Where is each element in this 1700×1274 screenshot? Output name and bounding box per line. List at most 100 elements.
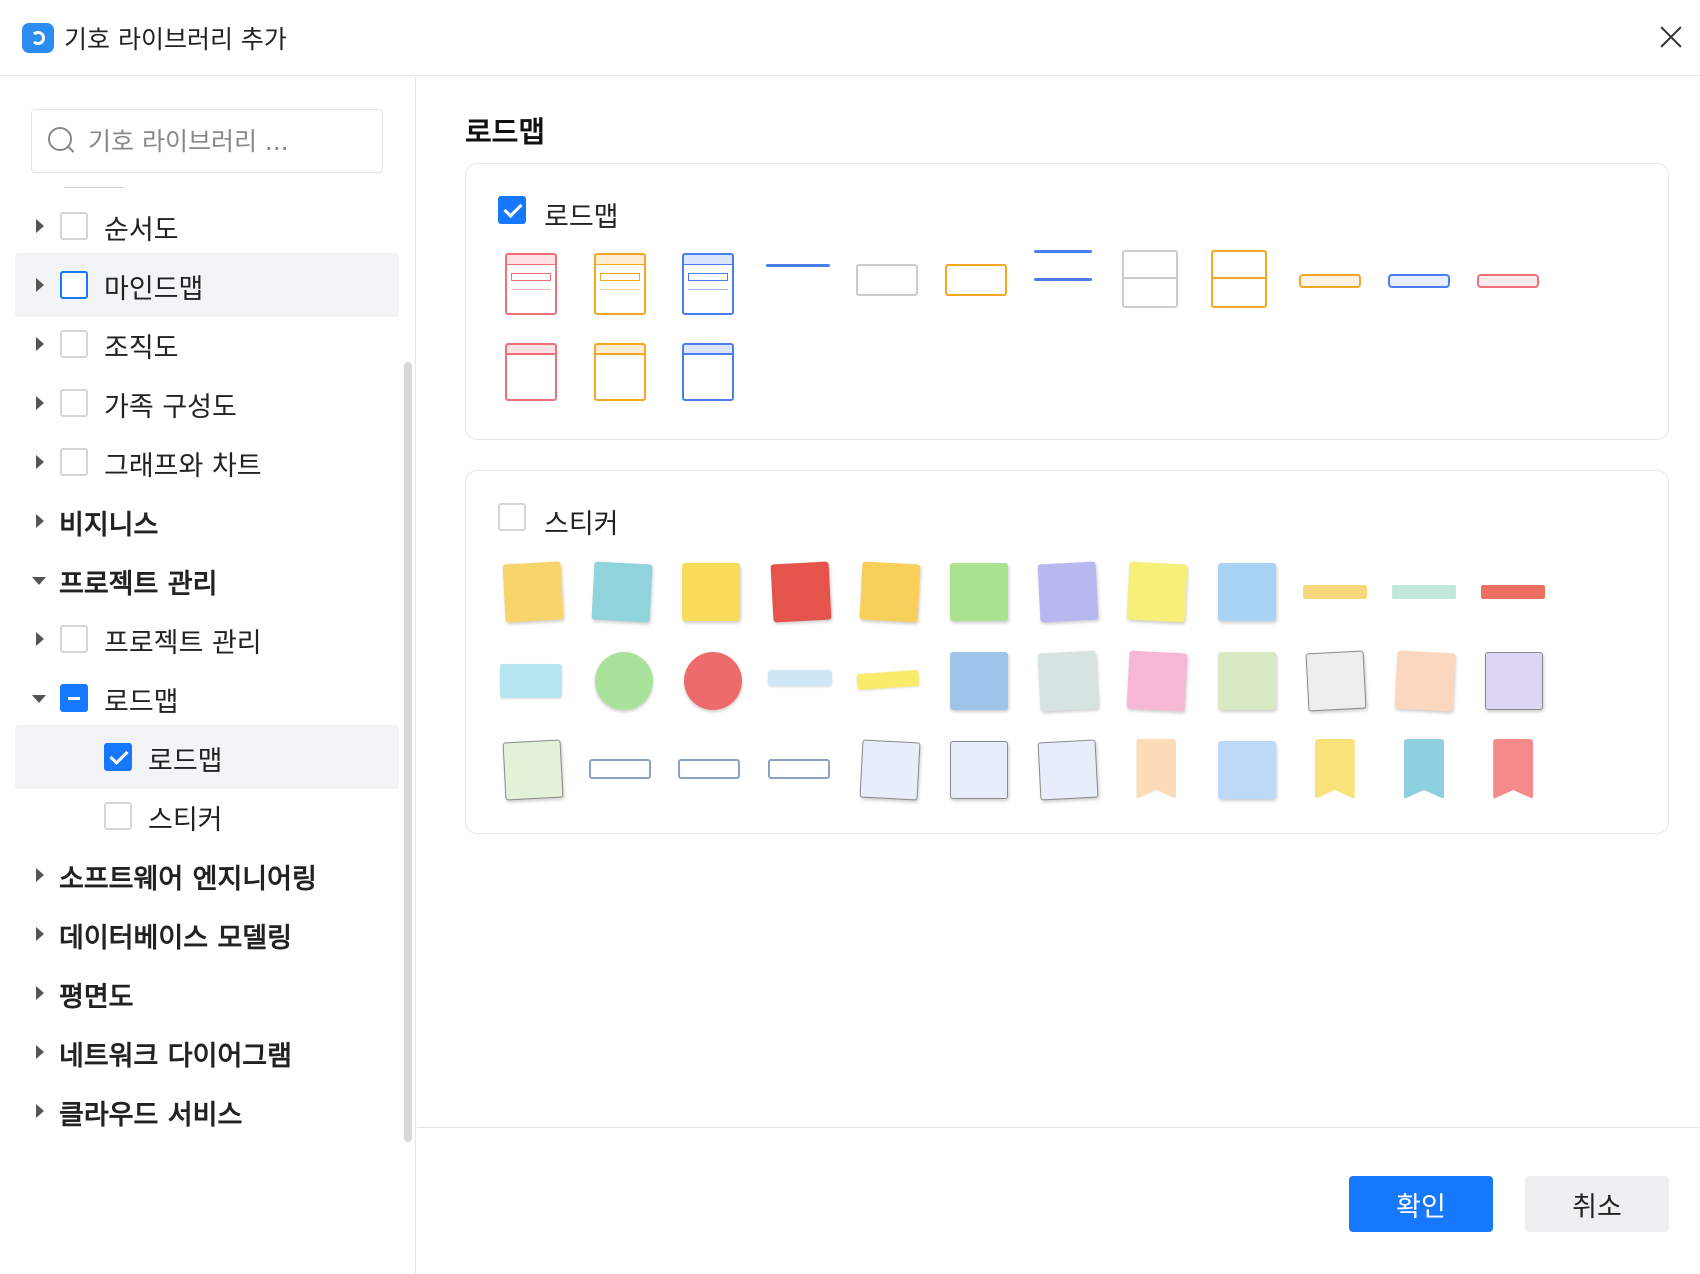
symbol-circle-red[interactable] xyxy=(676,646,748,718)
caret-right-icon[interactable] xyxy=(36,927,44,941)
symbol-tag-mint[interactable] xyxy=(1390,557,1462,629)
symbol-ribbon-flag[interactable] xyxy=(766,735,838,807)
symbol-note-green-clip[interactable] xyxy=(944,557,1016,629)
symbol-circle-green[interactable] xyxy=(587,646,659,718)
symbol-paper-blue[interactable] xyxy=(855,735,927,807)
sticker-checkbox[interactable] xyxy=(498,503,526,531)
caret-right-icon[interactable] xyxy=(36,219,44,233)
symbol-tag-red[interactable] xyxy=(1475,250,1547,322)
symbol-tag-peach[interactable] xyxy=(1122,735,1194,807)
cancel-button[interactable]: 취소 xyxy=(1525,1176,1669,1232)
symbol-note-orange-curl[interactable] xyxy=(855,557,927,629)
tree-item[interactable]: 프로젝트 관리 xyxy=(15,607,399,671)
caret-right-icon[interactable] xyxy=(36,632,44,646)
symbol-note-notebook[interactable] xyxy=(1301,646,1373,718)
caret-right-icon[interactable] xyxy=(36,337,44,351)
symbol-swimlane-red[interactable] xyxy=(500,339,572,411)
tree-item-checkbox[interactable] xyxy=(60,389,88,417)
tree-item[interactable]: 비지니스 xyxy=(15,489,399,553)
symbol-tag-yellow[interactable] xyxy=(1301,557,1373,629)
tree-item[interactable]: 로드맵 xyxy=(15,666,399,730)
confirm-button[interactable]: 확인 xyxy=(1349,1176,1493,1232)
symbol-note-yellow[interactable] xyxy=(498,557,570,629)
symbol-note-teal[interactable] xyxy=(587,557,659,629)
tree-item[interactable]: 조직도 xyxy=(15,312,399,376)
symbol-double-line-blue[interactable] xyxy=(1032,250,1104,322)
tree-item-checkbox[interactable] xyxy=(60,212,88,240)
symbol-note-green-frame[interactable] xyxy=(498,735,570,807)
tree-item[interactable]: 소프트웨어 엔지니어링 xyxy=(15,843,399,907)
symbol-banner-left[interactable] xyxy=(676,735,748,807)
tree-item[interactable]: 클라우드 서비스 xyxy=(15,1079,399,1143)
symbol-paper-torn[interactable] xyxy=(944,735,1016,807)
tree-item[interactable]: 프로젝트 관리 xyxy=(15,548,399,612)
tree-item[interactable]: 평면도 xyxy=(15,961,399,1025)
symbol-split-box-orange[interactable] xyxy=(1209,250,1281,322)
symbol-split-box-gray[interactable] xyxy=(1120,250,1192,322)
symbol-note-blue-fold[interactable] xyxy=(1212,735,1284,807)
symbol-swimlane-orange[interactable] xyxy=(589,339,661,411)
caret-right-icon[interactable] xyxy=(36,1104,44,1118)
symbol-note-yellow-pushpin[interactable] xyxy=(1122,557,1194,629)
caret-right-icon[interactable] xyxy=(36,1045,44,1059)
sidebar-scrollbar[interactable] xyxy=(404,362,412,1142)
symbol-note-gray-tape[interactable] xyxy=(1033,646,1105,718)
caret-down-icon[interactable] xyxy=(32,577,46,585)
caret-right-icon[interactable] xyxy=(36,396,44,410)
tree-item-label: 평면도 xyxy=(59,982,134,1013)
tree-item-checkbox[interactable] xyxy=(60,448,88,476)
tree-item-checkbox[interactable] xyxy=(104,743,132,771)
tree-item-label: 네트워크 다이어그램 xyxy=(59,1041,292,1072)
symbol-note-pink-pin[interactable] xyxy=(1122,646,1194,718)
tree-item-checkbox[interactable] xyxy=(60,625,88,653)
symbol-line-blue[interactable] xyxy=(765,250,838,322)
symbol-tag-orange[interactable] xyxy=(1297,250,1369,322)
caret-down-icon[interactable] xyxy=(32,695,46,703)
close-icon[interactable] xyxy=(1656,22,1686,52)
symbol-note-yellow-pin[interactable] xyxy=(676,557,748,629)
tree-item-checkbox[interactable] xyxy=(60,271,88,299)
symbol-box-gray[interactable] xyxy=(854,250,926,322)
caret-right-icon[interactable] xyxy=(36,455,44,469)
symbol-note-red[interactable] xyxy=(766,557,838,629)
tree-item[interactable]: 그래프와 차트 xyxy=(15,430,399,494)
caret-right-icon[interactable] xyxy=(36,986,44,1000)
symbol-note-green-tape[interactable] xyxy=(1212,646,1284,718)
roadmap-checkbox[interactable] xyxy=(498,196,526,224)
tree-item-label: 데이터베이스 모델링 xyxy=(59,923,292,954)
tree-item-checkbox[interactable] xyxy=(60,330,88,358)
symbol-note-lavender-spiral[interactable] xyxy=(1479,646,1551,718)
tree-item[interactable]: 순서도 xyxy=(15,194,399,258)
caret-right-icon[interactable] xyxy=(36,278,44,292)
symbol-tag-red-arrow[interactable] xyxy=(1479,557,1551,629)
symbol-bookmark-red[interactable] xyxy=(1479,735,1551,807)
symbol-timeline-card-blue[interactable] xyxy=(677,250,749,322)
tree-item[interactable]: 마인드맵 xyxy=(15,253,399,317)
symbol-note-cyan-tape[interactable] xyxy=(498,646,570,718)
tree-item[interactable]: 스티커 xyxy=(15,784,399,848)
symbol-timeline-card-red[interactable] xyxy=(500,250,572,322)
symbol-ribbon-yellow[interactable] xyxy=(855,646,927,718)
symbol-note-blue-clip[interactable] xyxy=(944,646,1016,718)
tree-item[interactable]: 로드맵 xyxy=(15,725,399,789)
symbol-note-purple-clip[interactable] xyxy=(1033,557,1105,629)
tree-item[interactable]: 가족 구성도 xyxy=(15,371,399,435)
tree-item-checkbox[interactable] xyxy=(104,802,132,830)
symbol-timeline-card-orange[interactable] xyxy=(589,250,661,322)
symbol-paper-zigzag[interactable] xyxy=(1033,735,1105,807)
tree-item[interactable]: 네트워크 다이어그램 xyxy=(15,1020,399,1084)
symbol-tag-blue[interactable] xyxy=(1386,250,1458,322)
tree-item[interactable]: 데이터베이스 모델링 xyxy=(15,902,399,966)
symbol-note-peach-pin[interactable] xyxy=(1390,646,1462,718)
tree-item-checkbox[interactable] xyxy=(60,684,88,712)
symbol-swimlane-blue[interactable] xyxy=(677,339,749,411)
symbol-note-blue-pushpin[interactable] xyxy=(1212,557,1284,629)
caret-right-icon[interactable] xyxy=(36,868,44,882)
symbol-bookmark-teal[interactable] xyxy=(1390,735,1462,807)
symbol-bookmark-yellow[interactable] xyxy=(1301,735,1373,807)
caret-right-icon[interactable] xyxy=(36,514,44,528)
search-input[interactable] xyxy=(88,110,368,172)
symbol-arrow-right[interactable] xyxy=(587,735,659,807)
symbol-box-orange[interactable] xyxy=(943,250,1015,322)
symbol-tag-light-blue[interactable] xyxy=(766,646,838,718)
